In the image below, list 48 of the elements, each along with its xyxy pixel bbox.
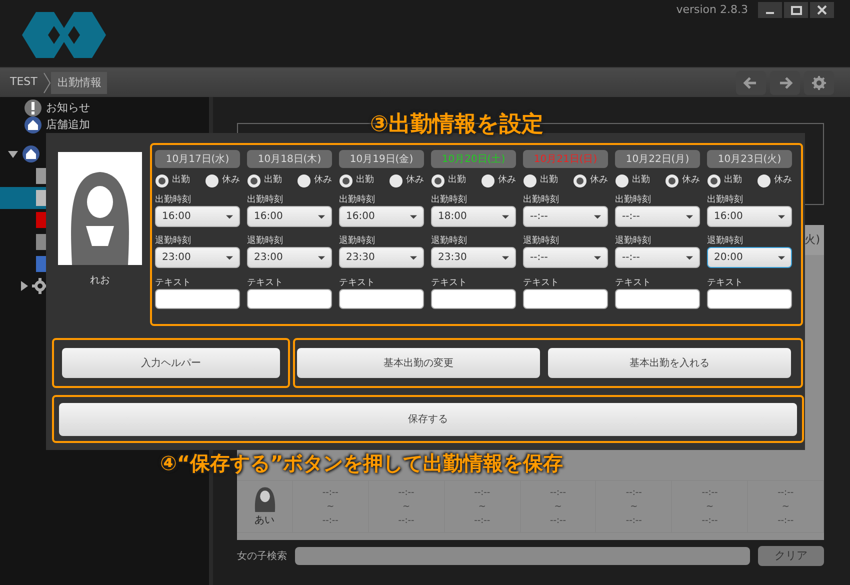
field-label: テキスト [615,277,652,289]
field-label: テキスト [339,277,376,289]
field-label: 退勤時刻 [155,235,192,247]
girl-name: れお [90,274,110,288]
radio-label: 休み [498,174,516,188]
table-cell: --:-- ~ --:-- [368,481,445,532]
field-label: 退勤時刻 [431,235,468,247]
version-label: version 2.8.3 [676,2,748,18]
field-label: テキスト [155,277,192,289]
field-label: 出勤時刻 [523,194,560,206]
field-label: 退勤時刻 [707,235,744,247]
radio-label: 出勤 [632,174,651,188]
field-label: 退勤時刻 [523,235,560,247]
field-label: 出勤時刻 [247,194,284,206]
table-cell: --:-- ~ --:-- [596,481,672,532]
radio-label: 出勤 [264,174,283,188]
column-header: 火) [804,232,820,248]
radio-label: 休み [590,174,608,188]
table-cell: --:-- ~ --:-- [672,481,748,532]
field-label: 退勤時刻 [247,235,284,247]
field-label: テキスト [431,277,468,289]
table-cell: --:-- ~ --:-- [444,481,521,532]
field-label: 出勤時刻 [155,194,192,206]
table-cell: --:-- ~ --:-- [520,481,596,532]
radio-label: 出勤 [356,174,375,188]
field-label: 出勤時刻 [339,194,376,206]
radio-label: 休み [222,174,240,188]
radio-label: 休み [314,174,332,188]
annotation-text: ③出勤情報を設定 [370,110,544,139]
radio-label: 休み [406,174,424,188]
radio-label: 出勤 [448,174,467,188]
field-label: 出勤時刻 [707,194,744,206]
field-label: 出勤時刻 [431,194,468,206]
search-label: 女の子検索 [237,550,287,564]
table-cell: --:-- ~ --:-- [748,481,824,532]
radio-label: 出勤 [724,174,743,188]
radio-label: 休み [774,174,792,188]
field-label: テキスト [523,277,560,289]
field-label: 出勤時刻 [615,194,652,206]
table-cell: --:-- ~ --:-- [293,481,369,532]
field-label: テキスト [247,277,284,289]
field-label: テキスト [707,277,744,289]
field-label: 退勤時刻 [615,235,652,247]
girl-name: あい [254,514,274,528]
radio-label: 出勤 [172,174,191,188]
field-label: 退勤時刻 [339,235,376,247]
radio-label: 休み [682,174,700,188]
radio-label: 出勤 [540,174,559,188]
